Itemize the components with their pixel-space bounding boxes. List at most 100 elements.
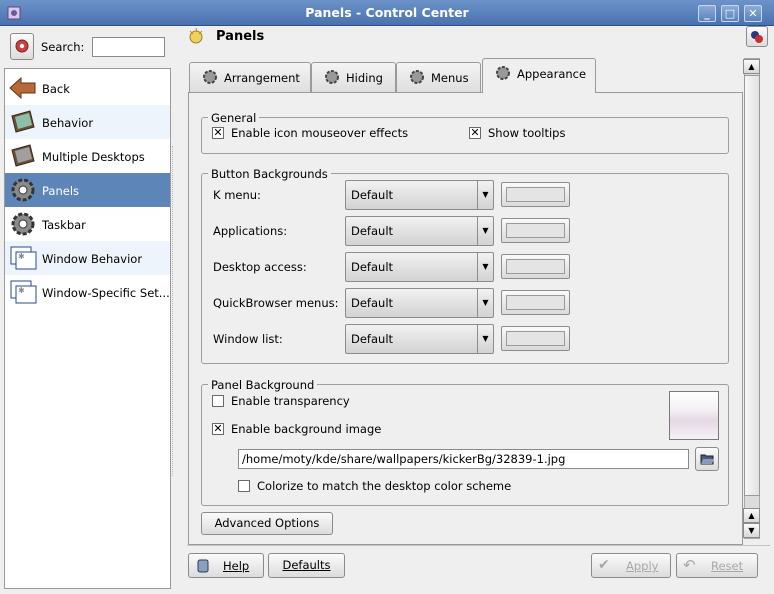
chevron-down-icon: ▼ [477, 181, 493, 209]
undo-icon: ↶ [683, 556, 696, 574]
tab-menus[interactable]: Menus [396, 62, 481, 92]
monitor-icon [11, 144, 35, 167]
sidebar-item-taskbar[interactable]: Taskbar [5, 207, 170, 241]
window-title: Panels - Control Center [305, 5, 469, 20]
sidebar-item-label: Back [42, 82, 70, 96]
sidebar-item-label: Window Behavior [42, 252, 143, 266]
quickbrowser-background-select[interactable]: Default ▼ [345, 288, 494, 318]
scroll-up-button[interactable]: ▲ [743, 59, 760, 74]
select-value: Default [351, 332, 394, 346]
select-value: Default [351, 260, 394, 274]
sidebar-item-label: Taskbar [42, 218, 86, 232]
mouseover-effects-checkbox[interactable]: ✕ [212, 127, 224, 139]
enable-background-image-label: Enable background image [231, 422, 382, 436]
maximize-button[interactable]: □ [721, 5, 739, 22]
svg-text:✱: ✱ [18, 252, 25, 261]
gear-icon [203, 70, 217, 84]
window-list-label: Window list: [213, 332, 283, 346]
help-label: Help [223, 559, 250, 573]
chevron-down-icon: ▼ [477, 325, 493, 353]
scrollbar-thumb[interactable] [744, 75, 760, 496]
enable-background-image-checkbox[interactable]: ✕ [212, 423, 224, 435]
footer-divider [187, 545, 770, 546]
scroll-down-button[interactable]: ▼ [743, 523, 760, 538]
tab-hiding[interactable]: Hiding [311, 62, 396, 92]
close-button[interactable]: ✕ [744, 5, 762, 22]
window-icon: ✱ [10, 246, 37, 270]
apply-button[interactable]: ✔ Apply [591, 553, 671, 578]
checkmark-icon: ✔ [598, 557, 610, 573]
kmenu-color-button[interactable] [501, 182, 570, 207]
sidebar-item-back[interactable]: Back [5, 71, 170, 105]
group-title: General [208, 111, 260, 125]
kmenu-background-select[interactable]: Default ▼ [345, 180, 494, 210]
gear-icon [325, 70, 339, 84]
gear-icon [11, 212, 35, 236]
gear-icon [11, 178, 35, 202]
desktop-access-label: Desktop access: [213, 260, 307, 274]
select-value: Default [351, 188, 394, 202]
sidebar-item-multiple-desktops[interactable]: Multiple Desktops [5, 139, 170, 173]
sidebar-item-behavior[interactable]: Behavior [5, 105, 170, 139]
apply-label: Apply [626, 559, 659, 573]
title-bar: Panels - Control Center _ □ ✕ [0, 0, 774, 26]
reset-label: Reset [711, 559, 744, 573]
folder-open-icon [700, 454, 714, 465]
select-value: Default [351, 224, 394, 238]
group-title: Button Backgrounds [208, 167, 331, 181]
sidebar-item-window-behavior[interactable]: ✱ Window Behavior [5, 241, 170, 275]
quickbrowser-color-button[interactable] [501, 290, 570, 315]
chevron-down-icon: ▼ [477, 217, 493, 245]
search-input[interactable] [92, 37, 165, 57]
monitor-icon [11, 110, 35, 133]
background-image-path-field[interactable] [238, 449, 689, 469]
splitter-handle[interactable] [172, 146, 174, 476]
desktop-access-color-button[interactable] [501, 254, 570, 279]
page-title: Panels [216, 29, 265, 44]
gear-icon [410, 70, 424, 84]
search-label: Search: [41, 40, 85, 54]
defaults-button[interactable]: Defaults [268, 553, 345, 578]
minimize-button[interactable]: _ [698, 5, 716, 22]
browse-image-button[interactable] [695, 447, 719, 471]
tab-appearance[interactable]: Appearance [482, 58, 596, 93]
select-value: Default [351, 296, 394, 310]
show-tooltips-label: Show tooltips [488, 126, 566, 140]
window-icon: ✱ [10, 280, 37, 304]
window-list-color-button[interactable] [501, 326, 570, 351]
scroll-up-button-lower[interactable]: ▲ [743, 508, 760, 523]
svg-text:✱: ✱ [18, 286, 25, 295]
tab-arrangement[interactable]: Arrangement [189, 62, 311, 92]
help-icon [197, 559, 209, 573]
desktop-access-background-select[interactable]: Default ▼ [345, 252, 494, 282]
tab-label: Arrangement [224, 71, 300, 85]
reset-button[interactable]: ↶ Reset [676, 553, 758, 578]
sidebar-item-label: Behavior [42, 116, 94, 130]
window-list-background-select[interactable]: Default ▼ [345, 324, 494, 354]
back-arrow-icon [9, 76, 36, 100]
whats-this-button[interactable] [746, 26, 768, 47]
tab-label: Appearance [517, 67, 587, 81]
applications-color-button[interactable] [501, 218, 570, 243]
enable-transparency-checkbox[interactable] [212, 395, 224, 407]
clear-icon [15, 39, 29, 53]
show-tooltips-checkbox[interactable]: ✕ [469, 127, 481, 139]
background-image-preview [669, 391, 719, 440]
applications-background-select[interactable]: Default ▼ [345, 216, 494, 246]
panels-header-icon [189, 27, 203, 44]
chevron-down-icon: ▼ [477, 253, 493, 281]
kmenu-label: K menu: [213, 188, 261, 202]
colorize-label: Colorize to match the desktop color sche… [257, 479, 512, 493]
sidebar-item-panels[interactable]: Panels [5, 173, 170, 207]
clear-search-button[interactable] [10, 33, 34, 60]
enable-transparency-label: Enable transparency [231, 394, 350, 408]
help-bubble-icon [751, 31, 763, 43]
colorize-checkbox[interactable] [238, 480, 250, 492]
sidebar-item-label: Multiple Desktops [42, 150, 145, 164]
quickbrowser-menus-label: QuickBrowser menus: [213, 296, 339, 310]
sidebar-item-window-specific-settings[interactable]: ✱ Window-Specific Set... [5, 275, 170, 309]
advanced-options-button[interactable]: Advanced Options [201, 512, 333, 535]
gear-icon [496, 66, 510, 80]
help-button[interactable]: Help [188, 553, 264, 578]
sidebar-item-label: Panels [42, 184, 80, 198]
